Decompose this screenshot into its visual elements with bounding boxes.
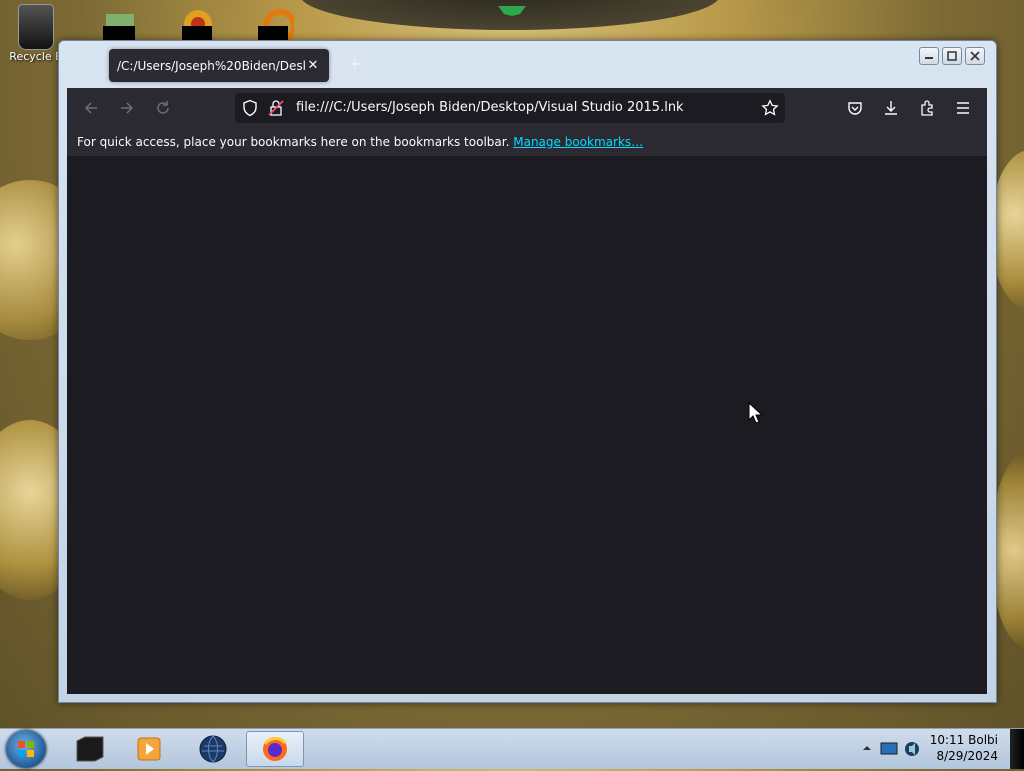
plus-icon (350, 59, 360, 69)
manage-bookmarks-link[interactable]: Manage bookmarks… (513, 135, 643, 149)
mouse-cursor-icon (748, 402, 762, 424)
bookmark-star-icon[interactable] (761, 99, 779, 117)
browser-window[interactable]: /C:/Users/Joseph%20Biden/Desktop/ ✕ (58, 40, 997, 703)
terminal-icon (76, 736, 104, 762)
app-icon (258, 9, 294, 40)
close-window-button[interactable] (965, 47, 985, 65)
extensions-button[interactable] (915, 96, 939, 120)
puzzle-icon (921, 100, 933, 116)
desktop-icon-app[interactable] (164, 4, 228, 40)
globe-icon (199, 735, 227, 763)
back-button[interactable] (79, 96, 103, 120)
desktop-icon-app[interactable] (242, 4, 306, 40)
downloads-button[interactable] (879, 96, 903, 120)
reload-button[interactable] (151, 96, 175, 120)
reload-icon (157, 101, 169, 114)
windows-logo-icon (18, 741, 34, 757)
taskbar-app-media-player[interactable] (124, 731, 174, 767)
tab-active[interactable]: /C:/Users/Joseph%20Biden/Desktop/ ✕ (109, 49, 329, 82)
navigation-toolbar: file:///C:/Users/Joseph Biden/Desktop/Vi… (67, 88, 987, 128)
clock[interactable]: 10:11 Bolbi 8/29/2024 (930, 732, 998, 764)
taskbar-app-globe[interactable] (188, 731, 238, 767)
forward-arrow-icon (121, 102, 134, 114)
desktop-icon-app[interactable] (86, 4, 150, 40)
clock-time: 10:11 Bolbi (929, 733, 998, 747)
clock-date: 8/29/2024 (936, 749, 998, 763)
app-icon (182, 10, 212, 40)
show-desktop-button[interactable] (1010, 729, 1024, 769)
volume-icon[interactable] (904, 739, 920, 759)
network-icon[interactable] (880, 741, 898, 757)
pocket-button[interactable] (843, 96, 867, 120)
maximize-icon (947, 51, 957, 61)
back-arrow-icon (84, 102, 97, 114)
media-player-icon (137, 737, 161, 761)
forward-button[interactable] (115, 96, 139, 120)
pocket-icon (848, 102, 862, 115)
new-tab-button[interactable] (343, 53, 367, 77)
close-icon (970, 51, 980, 61)
tab-title: /C:/Users/Joseph%20Biden/Desktop/ (117, 58, 305, 73)
taskbar-app-terminal[interactable] (64, 731, 114, 767)
minimize-button[interactable] (919, 47, 939, 65)
chevron-up-icon[interactable] (862, 743, 872, 753)
address-text[interactable]: file:///C:/Users/Joseph Biden/Desktop/Vi… (296, 100, 684, 115)
app-icon (103, 14, 135, 40)
download-icon (885, 101, 897, 115)
menu-button[interactable] (951, 96, 975, 120)
address-bar[interactable]: file:///C:/Users/Joseph Biden/Desktop/Vi… (235, 93, 785, 123)
firefox-icon (263, 737, 287, 761)
lock-warning-icon[interactable] (268, 99, 284, 117)
taskbar-app-firefox[interactable] (246, 731, 304, 767)
page-content[interactable] (67, 156, 987, 694)
taskbar: 10:11 Bolbi 8/29/2024 (0, 728, 1024, 769)
hamburger-menu-icon (957, 102, 969, 114)
bookmarks-hint: For quick access, place your bookmarks h… (77, 135, 510, 149)
recycle-bin-icon (18, 4, 54, 50)
shield-icon[interactable] (241, 99, 259, 117)
minimize-icon (925, 57, 933, 59)
start-button[interactable] (6, 730, 46, 768)
wallpaper-detail (498, 6, 526, 16)
tab-bar: /C:/Users/Joseph%20Biden/Desktop/ ✕ (59, 41, 996, 88)
bookmarks-toolbar: For quick access, place your bookmarks h… (67, 128, 987, 156)
maximize-button[interactable] (942, 47, 962, 65)
close-tab-icon[interactable]: ✕ (305, 58, 321, 74)
